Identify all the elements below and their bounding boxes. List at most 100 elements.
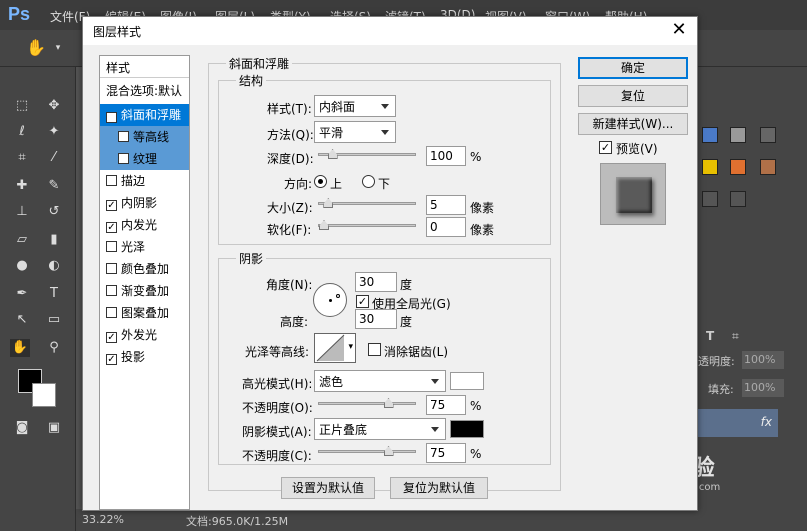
reset-default-button[interactable]: 复位为默认值	[390, 477, 488, 499]
dial-handle[interactable]	[336, 294, 340, 298]
opacity-field[interactable]: 100%	[742, 351, 784, 369]
stamp-tool-icon[interactable]: ⊥	[12, 203, 32, 221]
depth-label: 深度(D):	[267, 152, 314, 166]
checkbox[interactable]	[106, 241, 117, 252]
shadow-opacity-label: 不透明度(C):	[242, 449, 312, 463]
magic-wand-icon[interactable]: ✦	[44, 123, 64, 141]
global-light-checkbox[interactable]: ✓	[356, 295, 369, 308]
style-item-color-overlay[interactable]: 颜色叠加	[100, 258, 189, 280]
altitude-field[interactable]: 30	[355, 309, 397, 329]
crop-tool-icon[interactable]: ⌗	[12, 149, 32, 167]
healing-brush-icon[interactable]: ✚	[12, 177, 32, 195]
style-swatch[interactable]	[730, 191, 746, 207]
preview-checkbox[interactable]: ✓	[599, 141, 612, 154]
depth-field[interactable]: 100	[426, 146, 466, 166]
style-select[interactable]: 内斜面	[314, 95, 396, 117]
style-item-contour[interactable]: 等高线	[100, 126, 189, 148]
screen-mode-icon[interactable]: ▣	[44, 419, 64, 437]
style-item-satin[interactable]: 光泽	[100, 236, 189, 258]
make-default-button[interactable]: 设置为默认值	[281, 477, 375, 499]
style-item-stroke[interactable]: 描边	[100, 170, 189, 192]
move-tool-icon[interactable]: ✥	[44, 97, 64, 115]
highlight-mode-select[interactable]: 滤色	[314, 370, 446, 392]
checkbox[interactable]: ✓	[106, 112, 117, 123]
selected-layer-row[interactable]: fx	[698, 409, 778, 437]
highlight-opacity-slider[interactable]	[318, 398, 416, 408]
checkbox[interactable]	[118, 131, 129, 142]
path-select-icon[interactable]: ↖	[12, 311, 32, 329]
checkbox[interactable]: ✓	[106, 332, 117, 343]
marquee-tool-icon[interactable]: ⬚	[12, 97, 32, 115]
style-item-bevel-emboss[interactable]: ✓ 斜面和浮雕	[100, 104, 189, 126]
checkbox[interactable]: ✓	[106, 200, 117, 211]
style-item-texture[interactable]: 纹理	[100, 148, 189, 170]
gradient-tool-icon[interactable]: ▮	[44, 231, 64, 249]
crop-icon[interactable]: ⌗	[732, 329, 739, 344]
style-swatch[interactable]	[702, 159, 718, 175]
pen-tool-icon[interactable]: ✒	[12, 285, 32, 303]
style-item-gradient-overlay[interactable]: 渐变叠加	[100, 280, 189, 302]
style-swatch[interactable]	[760, 127, 776, 143]
zoom-tool-icon[interactable]: ⚲	[44, 339, 64, 357]
style-swatch[interactable]	[702, 191, 718, 207]
checkbox[interactable]: ✓	[106, 354, 117, 365]
shadow-opacity-field[interactable]: 75	[426, 443, 466, 463]
lasso-tool-icon[interactable]: ℓ	[12, 123, 32, 141]
chevron-down-icon[interactable]: ▾	[348, 342, 353, 352]
highlight-opacity-field[interactable]: 75	[426, 395, 466, 415]
brush-tool-icon[interactable]: ✎	[44, 177, 64, 195]
direction-down-radio[interactable]	[362, 175, 375, 188]
eraser-tool-icon[interactable]: ▱	[12, 231, 32, 249]
hand-tool-icon[interactable]: ✋	[10, 339, 30, 357]
hand-icon[interactable]: ✋	[26, 39, 46, 57]
background-color[interactable]	[32, 383, 56, 407]
style-swatch[interactable]	[702, 127, 718, 143]
type-tool-icon[interactable]: T	[44, 285, 64, 303]
type-layer-icon[interactable]: T	[706, 329, 714, 343]
ok-button[interactable]: 确定	[578, 57, 688, 79]
style-swatch[interactable]	[730, 159, 746, 175]
soften-field[interactable]: 0	[426, 217, 466, 237]
shadow-mode-select[interactable]: 正片叠底	[314, 418, 446, 440]
style-item-pattern-overlay[interactable]: 图案叠加	[100, 302, 189, 324]
size-slider[interactable]	[318, 198, 416, 208]
antialias-checkbox[interactable]	[368, 343, 381, 356]
method-select[interactable]: 平滑	[314, 121, 396, 143]
checkbox[interactable]	[106, 175, 117, 186]
new-style-button[interactable]: 新建样式(W)...	[578, 113, 688, 135]
style-swatch[interactable]	[730, 127, 746, 143]
style-swatch[interactable]	[760, 159, 776, 175]
direction-up-radio[interactable]	[314, 175, 327, 188]
checkbox[interactable]	[106, 307, 117, 318]
shape-tool-icon[interactable]: ▭	[44, 311, 64, 329]
checkbox[interactable]	[118, 153, 129, 164]
style-item-outer-glow[interactable]: ✓ 外发光	[100, 324, 189, 346]
fill-field[interactable]: 100%	[742, 379, 784, 397]
reset-button[interactable]: 复位	[578, 85, 688, 107]
style-item-inner-glow[interactable]: ✓ 内发光	[100, 214, 189, 236]
checkbox[interactable]	[106, 263, 117, 274]
chevron-down-icon[interactable]: ▾	[48, 39, 68, 57]
blur-tool-icon[interactable]: ●	[12, 257, 32, 275]
eyedropper-icon[interactable]: ⁄	[44, 149, 64, 167]
gloss-contour-picker[interactable]: ▾	[314, 333, 356, 363]
highlight-color-swatch[interactable]	[450, 372, 484, 390]
depth-slider[interactable]	[318, 149, 416, 159]
checkbox[interactable]: ✓	[106, 222, 117, 233]
close-icon[interactable]: ✕	[667, 19, 691, 41]
checkbox[interactable]	[106, 285, 117, 296]
style-item-label: 颜色叠加	[121, 262, 170, 276]
blend-options-item[interactable]: 混合选项:默认	[100, 80, 189, 102]
dodge-tool-icon[interactable]: ◐	[44, 257, 64, 275]
shadow-opacity-slider[interactable]	[318, 446, 416, 456]
style-item-inner-shadow[interactable]: ✓ 内阴影	[100, 192, 189, 214]
fx-icon[interactable]: fx	[761, 415, 772, 429]
shadow-color-swatch[interactable]	[450, 420, 484, 438]
angle-field[interactable]: 30	[355, 272, 397, 292]
history-brush-icon[interactable]: ↺	[44, 203, 64, 221]
style-item-drop-shadow[interactable]: ✓ 投影	[100, 346, 189, 368]
soften-slider[interactable]	[318, 220, 416, 230]
quick-mask-icon[interactable]: ◙	[12, 419, 32, 437]
size-field[interactable]: 5	[426, 195, 466, 215]
angle-dial[interactable]	[313, 283, 347, 317]
